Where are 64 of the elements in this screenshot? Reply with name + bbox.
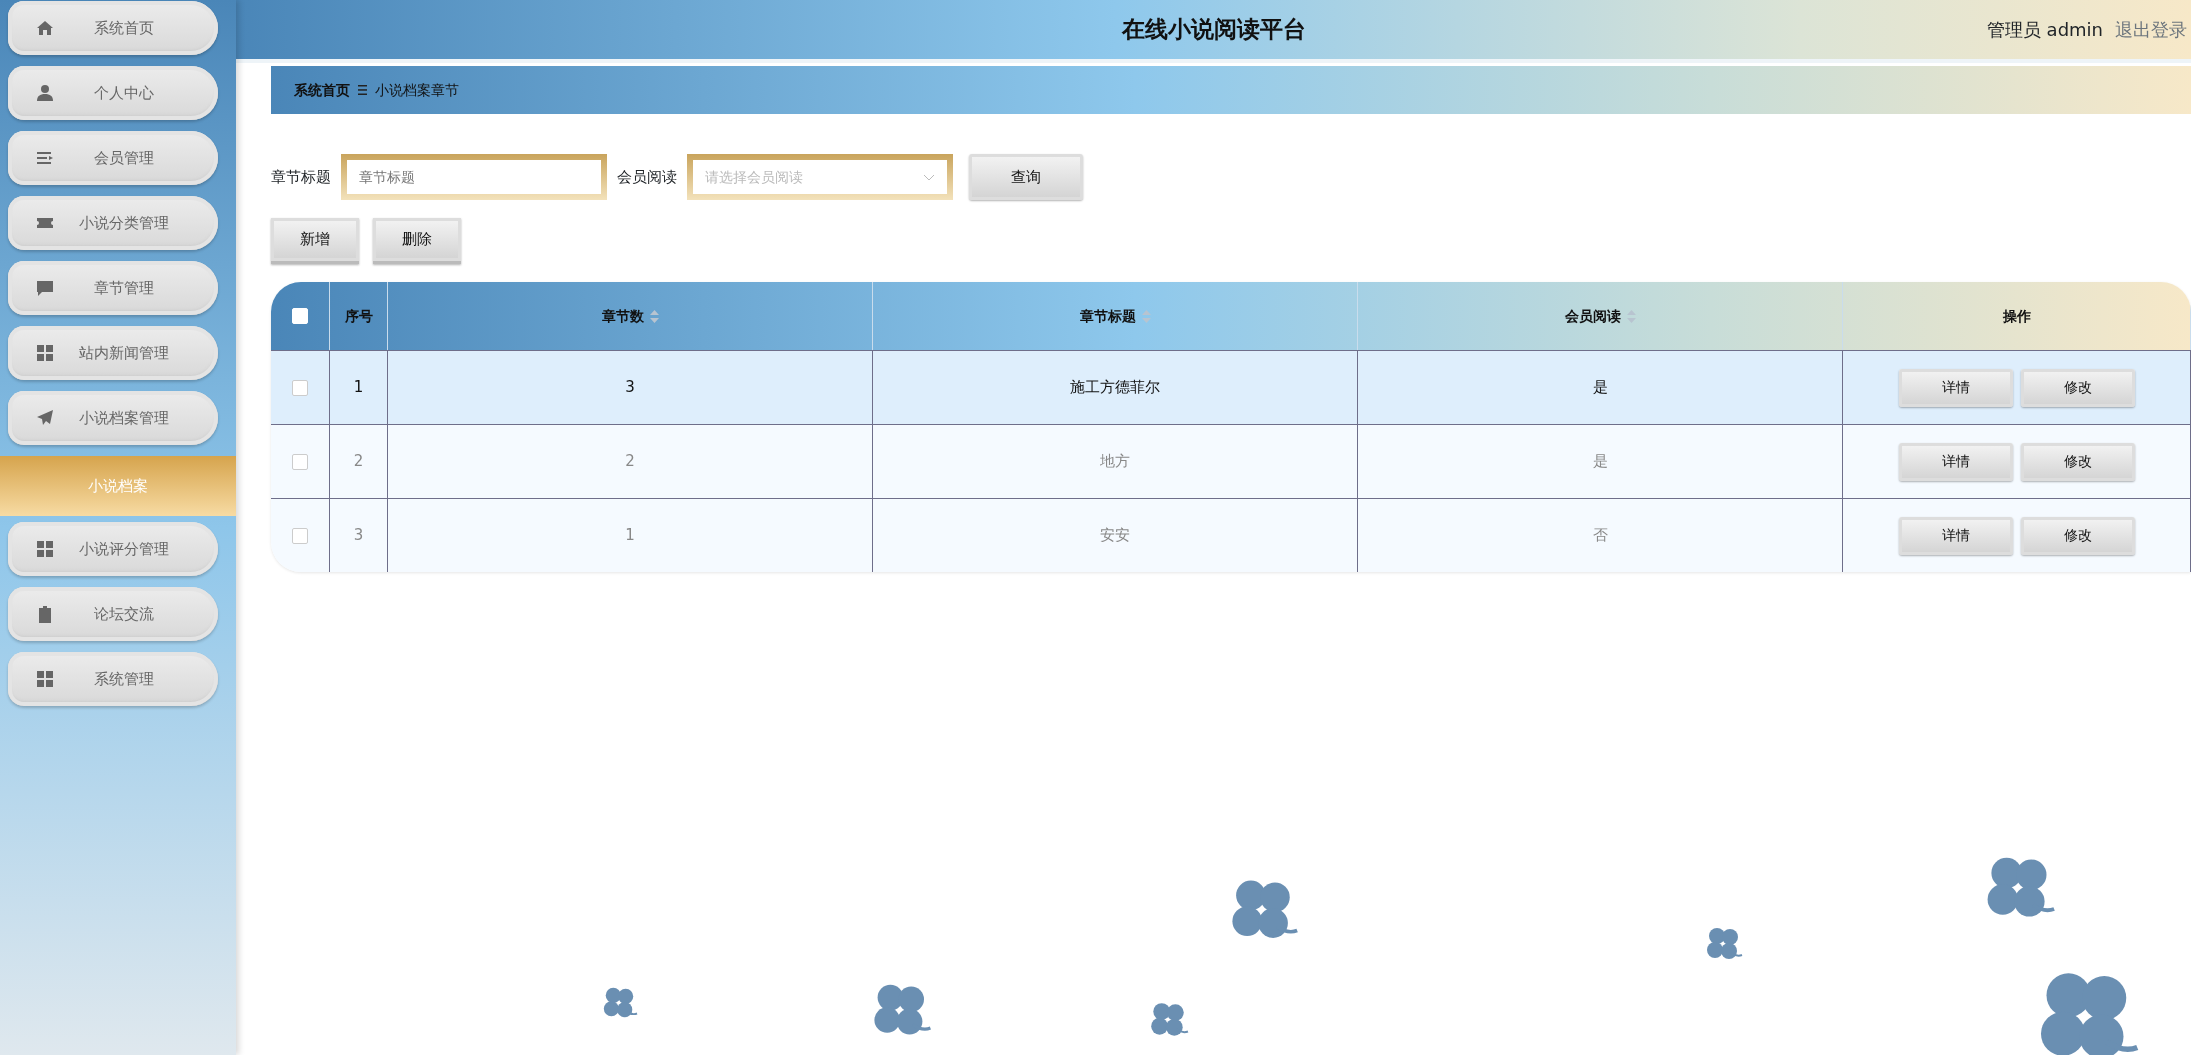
table-cell-text: 3 [625,377,635,399]
logout-link[interactable]: 退出登录 [2115,16,2187,43]
sidebar-item[interactable]: 小说评分管理 [8,522,218,576]
breadcrumb-item[interactable]: 系统首页 [294,79,350,101]
action-button[interactable]: 新增 [271,218,359,264]
sidebar-item[interactable]: 系统首页 [8,1,218,55]
search-field[interactable]: 章节标题 [347,160,601,194]
sort-icon[interactable] [1141,309,1151,323]
sidebar-item[interactable]: 章节管理 [8,261,218,315]
row-checkbox[interactable] [292,453,308,470]
column-header[interactable]: 会员阅读 [1564,305,1621,327]
sidebar-item[interactable]: 论坛交流 [8,587,218,641]
chevron-down-icon [923,173,935,181]
column-header[interactable]: 章节标题 [1079,305,1136,327]
row-action-button[interactable]: 修改 [2020,368,2135,407]
action-button[interactable]: 删除 [373,218,461,264]
table-cell-text: 施工方德菲尔 [1070,377,1160,399]
table-cell-text: 是 [1592,451,1608,473]
table-cell-text: 3 [353,525,364,547]
separator-icon [358,85,367,95]
clipboard-icon [36,605,54,623]
sidebar-item[interactable]: 小说分类管理 [8,196,218,250]
row-action-button[interactable]: 详情 [1898,516,2013,555]
sidebar-item[interactable]: 会员管理 [8,131,218,185]
paper-plane-icon [36,409,54,427]
field-label: 章节标题 [271,166,331,188]
column-header: 操作 [2002,306,2031,326]
select-all-checkbox[interactable] [292,308,308,324]
table-cell-text: 2 [353,451,364,473]
row-checkbox[interactable] [292,379,308,396]
table-cell-text: 安安 [1100,525,1130,547]
list-icon [36,149,54,167]
user-label: 管理员 admin [1986,18,2103,42]
sidebar-item[interactable]: 站内新闻管理 [8,326,218,380]
app-title: 在线小说阅读平台 [1121,15,1306,45]
breadcrumb-item: 小说档案章节 [375,80,459,100]
grid-icon [36,670,54,688]
sidebar-item[interactable]: 小说档案管理 [8,391,218,445]
table-cell-text: 1 [353,377,364,399]
table-cell-text: 否 [1592,525,1608,547]
sidebar-item[interactable]: 系统管理 [8,652,218,706]
chat-icon [36,279,54,297]
column-header: 序号 [344,306,373,326]
row-action-button[interactable]: 修改 [2020,516,2135,555]
table-cell-text: 是 [1592,377,1608,399]
column-header[interactable]: 章节数 [601,305,644,327]
user-icon [36,84,54,102]
row-action-button[interactable]: 详情 [1898,442,2013,481]
row-checkbox[interactable] [292,527,308,544]
grid-icon [36,344,54,362]
search-button[interactable]: 查询 [969,154,1083,200]
field-label: 会员阅读 [617,166,677,188]
sort-icon[interactable] [649,309,659,323]
table-row[interactable]: 2 2 地方 是 详情 修改 [271,424,2191,498]
table-row[interactable]: 3 1 安安 否 详情 修改 [271,498,2191,572]
grid-icon [36,540,54,558]
table-row[interactable]: 1 3 施工方德菲尔 是 详情 修改 [271,350,2191,424]
home-icon [36,19,54,37]
row-action-button[interactable]: 修改 [2020,442,2135,481]
table-cell-text: 地方 [1100,451,1130,473]
table-cell-text: 2 [625,451,635,473]
row-action-button[interactable]: 详情 [1898,368,2013,407]
sidebar-item[interactable]: 个人中心 [8,66,218,120]
table-cell-text: 1 [625,525,635,547]
